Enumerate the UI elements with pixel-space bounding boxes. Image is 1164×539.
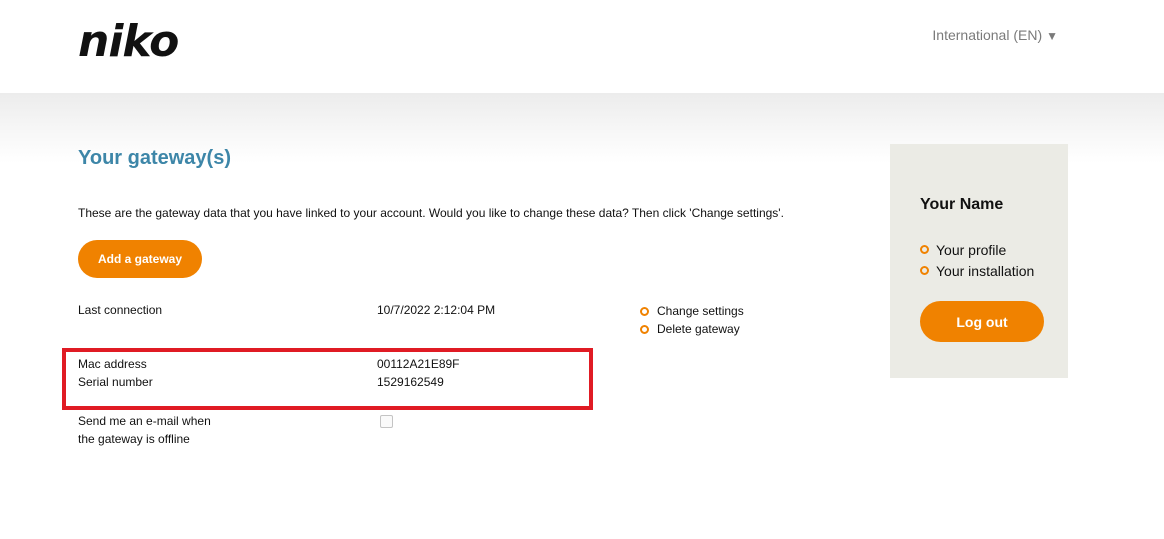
language-selector[interactable]: International (EN) ▼ — [932, 27, 1058, 43]
account-links: Your profile Your installation — [920, 239, 1034, 281]
delete-gateway-label: Delete gateway — [657, 322, 740, 336]
bullet-icon — [920, 266, 929, 275]
bullet-icon — [920, 245, 929, 254]
page-title: Your gateway(s) — [78, 147, 231, 169]
offline-email-label: Send me an e-mail when the gateway is of… — [78, 412, 228, 448]
add-gateway-button[interactable]: Add a gateway — [78, 240, 202, 278]
language-label: International (EN) — [932, 27, 1043, 43]
your-profile-label: Your profile — [936, 241, 1007, 258]
gateway-actions: Change settings Delete gateway — [640, 302, 744, 338]
user-name: Your Name — [920, 196, 1004, 213]
change-settings-label: Change settings — [657, 304, 744, 318]
intro-text: These are the gateway data that you have… — [78, 206, 784, 220]
last-connection-value: 10/7/2022 2:12:04 PM — [377, 303, 496, 317]
site-header: niko International (EN) ▼ — [0, 0, 1164, 93]
your-installation-label: Your installation — [936, 262, 1035, 279]
logout-button[interactable]: Log out — [920, 301, 1044, 342]
caret-down-icon: ▼ — [1046, 29, 1058, 43]
bullet-icon — [640, 306, 649, 316]
last-connection-label: Last connection — [78, 303, 163, 317]
bullet-icon — [640, 324, 649, 334]
niko-logo[interactable]: niko — [78, 20, 179, 64]
your-profile-link[interactable]: Your profile — [920, 239, 1034, 260]
highlight-box — [62, 348, 593, 410]
change-settings-link[interactable]: Change settings — [640, 302, 744, 320]
offline-email-line2: the gateway is offline — [78, 432, 190, 446]
offline-email-line1: Send me an e-mail when — [78, 414, 211, 428]
delete-gateway-link[interactable]: Delete gateway — [640, 320, 744, 338]
your-installation-link[interactable]: Your installation — [920, 260, 1034, 281]
account-panel: Your Name Your profile Your installation… — [890, 144, 1068, 378]
offline-email-checkbox[interactable] — [380, 415, 393, 428]
